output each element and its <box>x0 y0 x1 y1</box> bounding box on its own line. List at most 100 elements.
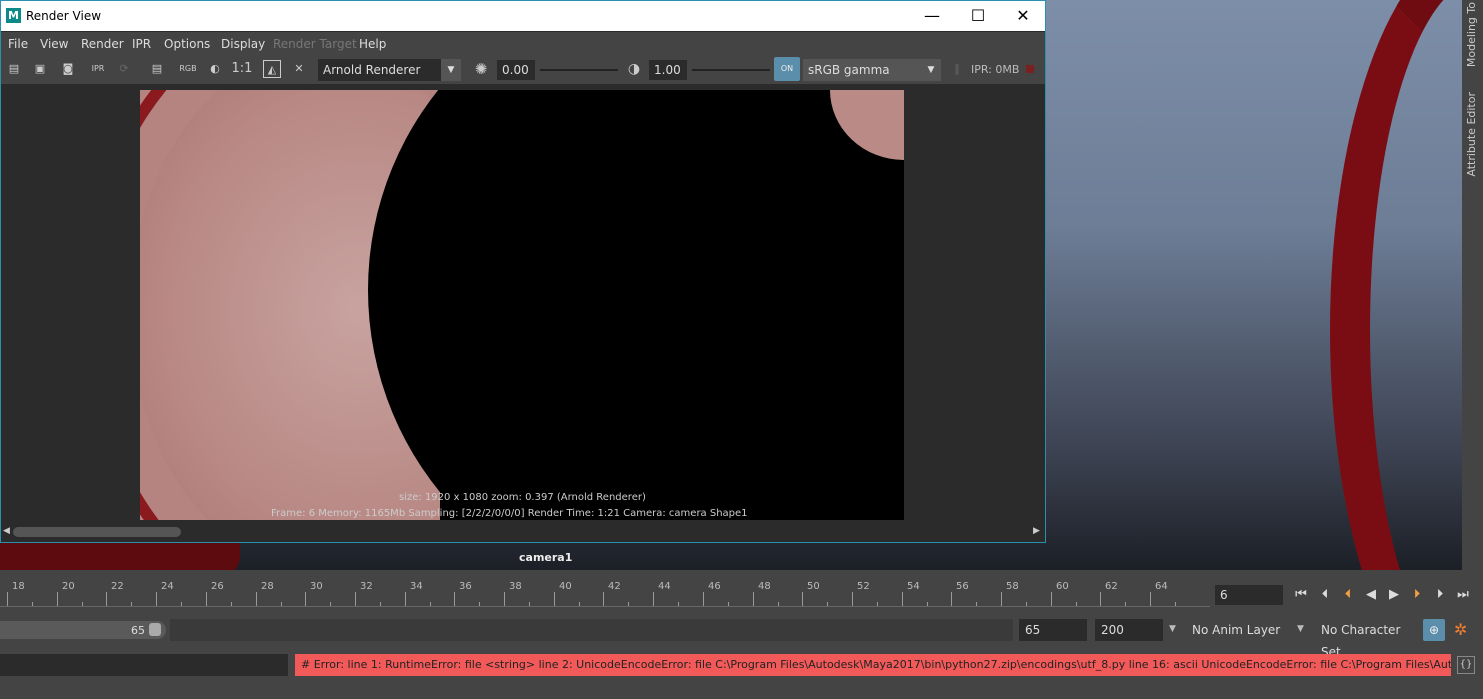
timeline-tick-label: 40 <box>559 581 572 592</box>
timeline-tick-label: 46 <box>708 581 721 592</box>
color-management-toggle[interactable]: ON <box>774 57 800 81</box>
real-size-button[interactable]: 1:1 <box>231 60 253 78</box>
error-message: # Error: line 1: RuntimeError: file <str… <box>295 654 1451 676</box>
maya-logo-icon: M <box>6 8 21 23</box>
timeline-tick <box>902 592 903 607</box>
pause-icon[interactable]: ‖ <box>948 60 966 78</box>
menu-ipr[interactable]: IPR <box>132 37 151 51</box>
horizontal-scrollbar[interactable]: ◀ ▶ <box>1 525 1045 539</box>
current-frame-field[interactable]: 6 <box>1215 585 1283 605</box>
auto-key-icon[interactable]: ⊕ <box>1423 619 1445 641</box>
render-region-icon[interactable]: ▣ <box>31 60 49 78</box>
timeline-tick-label: 54 <box>907 581 920 592</box>
maximize-button[interactable]: ☐ <box>955 1 1001 31</box>
chevron-down-icon: ▼ <box>921 59 941 81</box>
gamma-field[interactable]: 1.00 <box>649 60 687 80</box>
colorspace-select-value: sRGB gamma <box>808 63 890 77</box>
timeline-tick-label: 60 <box>1056 581 1069 592</box>
chevron-down-icon: ▼ <box>441 59 461 81</box>
renderer-select-value: Arnold Renderer <box>323 63 421 77</box>
timeline-tick-label: 62 <box>1105 581 1118 592</box>
scrollbar-thumb[interactable] <box>13 527 181 537</box>
menu-help[interactable]: Help <box>359 37 386 51</box>
timeline-tick <box>653 592 654 607</box>
timeline-tick <box>802 592 803 607</box>
timeline-tick-label: 22 <box>111 581 124 592</box>
side-tab-modeling-toolkit[interactable]: Modeling To <box>1465 2 1478 67</box>
menu-view[interactable]: View <box>40 37 68 51</box>
range-slider-value: 65 <box>131 624 145 637</box>
snapshot-icon[interactable]: ◙ <box>59 60 77 78</box>
renderer-select[interactable]: Arnold Renderer ▼ <box>318 59 461 81</box>
ipr-refresh-icon[interactable]: ⟳ <box>115 60 133 78</box>
render-clapper-icon[interactable]: ▤ <box>5 60 23 78</box>
exposure-field[interactable]: 0.00 <box>497 60 535 80</box>
alpha-channel-icon[interactable]: ◐ <box>206 60 224 78</box>
go-to-end-icon[interactable]: ⏭ <box>1453 585 1473 605</box>
timeline-tick <box>405 592 406 607</box>
title-bar[interactable]: M Render View — ☐ ✕ <box>1 1 1045 31</box>
timeline-tick <box>1100 592 1101 607</box>
range-end-field[interactable]: 200 <box>1095 619 1163 641</box>
menu-options[interactable]: Options <box>164 37 210 51</box>
step-forward-key-icon[interactable]: ⏵ <box>1430 585 1450 605</box>
keep-image-icon[interactable]: ◭ <box>263 60 281 78</box>
ipr-render-icon[interactable]: IPR <box>89 60 107 78</box>
timeline-tick <box>951 592 952 607</box>
menu-render[interactable]: Render <box>81 37 124 51</box>
step-forward-frame-icon[interactable]: ⏵ <box>1407 585 1427 605</box>
menu-render-target[interactable]: Render Target <box>273 37 357 51</box>
gamma-slider[interactable] <box>692 69 770 71</box>
go-to-start-icon[interactable]: ⏮ <box>1291 585 1311 605</box>
time-slider[interactable]: 18 20 22 24 26 28 30 32 34 36 38 40 42 44 46 48 50 52 54 56… <box>0 575 1210 609</box>
rgb-channel-button[interactable]: RGB <box>177 60 199 78</box>
character-set-select[interactable]: No Character Set <box>1315 619 1416 659</box>
timeline-tick-label: 64 <box>1155 581 1168 592</box>
menu-display[interactable]: Display <box>221 37 265 51</box>
preferences-icon[interactable]: ✲ <box>1454 620 1467 639</box>
chevron-down-icon[interactable]: ▼ <box>1297 624 1304 634</box>
help-line <box>0 680 1483 699</box>
timeline-tick-label: 44 <box>658 581 671 592</box>
render-settings-icon[interactable]: ▤ <box>148 60 166 78</box>
range-track[interactable] <box>170 619 1013 641</box>
timeline-tick-label: 24 <box>161 581 174 592</box>
menu-file[interactable]: File <box>8 37 28 51</box>
scroll-right-icon[interactable]: ▶ <box>1033 526 1040 536</box>
timeline-tick <box>1150 592 1151 607</box>
timeline-tick <box>57 592 58 607</box>
step-back-frame-icon[interactable]: ⏴ <box>1338 585 1358 605</box>
scroll-left-icon[interactable]: ◀ <box>3 526 10 536</box>
play-forwards-icon[interactable]: ▶ <box>1384 585 1404 605</box>
command-line-input[interactable] <box>0 654 288 676</box>
minimize-button[interactable]: — <box>909 1 955 31</box>
side-tab-attribute-editor[interactable]: Attribute Editor <box>1465 92 1478 177</box>
timeline-tick-label: 42 <box>608 581 621 592</box>
exposure-icon: ✺ <box>474 60 488 78</box>
script-editor-icon[interactable]: {} <box>1457 656 1475 674</box>
colorspace-select[interactable]: sRGB gamma ▼ <box>803 59 941 81</box>
timeline-tick <box>305 592 306 607</box>
range-start-field[interactable]: 65 <box>1019 619 1087 641</box>
rendered-image: size: 1920 x 1080 zoom: 0.397 (Arnold Re… <box>140 90 904 520</box>
camera-label: camera1 <box>519 551 573 564</box>
timeline-tick-label: 32 <box>360 581 373 592</box>
black-region-fill <box>440 90 840 520</box>
stop-icon[interactable] <box>1026 65 1034 73</box>
timeline-tick-label: 58 <box>1006 581 1019 592</box>
timeline-tick-label: 38 <box>509 581 522 592</box>
anim-layer-select[interactable]: No Anim Layer <box>1186 619 1287 641</box>
timeline-tick <box>554 592 555 607</box>
step-back-key-icon[interactable]: ⏴ <box>1315 585 1335 605</box>
close-button[interactable]: ✕ <box>1000 1 1046 31</box>
chevron-down-icon[interactable]: ▼ <box>1169 624 1176 634</box>
timeline-tick-label: 20 <box>62 581 75 592</box>
gamma-icon: ◑ <box>627 61 641 77</box>
timeline-tick-label: 56 <box>956 581 969 592</box>
remove-image-icon[interactable]: ✕ <box>290 60 308 78</box>
timeline-tick-label: 50 <box>807 581 820 592</box>
play-backwards-icon[interactable]: ◀ <box>1361 585 1381 605</box>
range-slider-handle[interactable] <box>149 623 161 636</box>
timeline-tick <box>852 592 853 607</box>
exposure-slider[interactable] <box>540 69 618 71</box>
